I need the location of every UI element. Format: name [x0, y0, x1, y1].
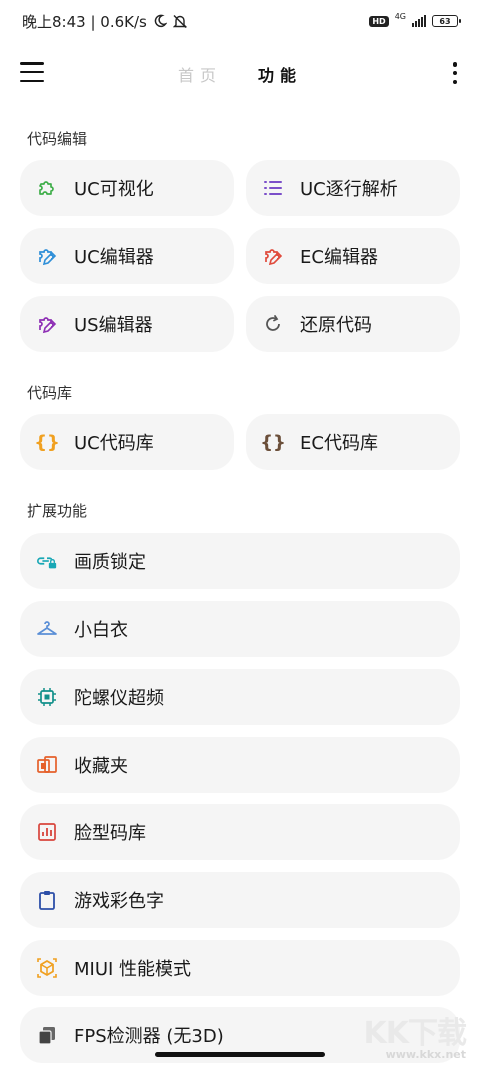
section-title-extended: 扩展功能 — [27, 502, 88, 520]
section-title-code-edit: 代码编辑 — [27, 130, 88, 148]
braces-icon: {} — [34, 431, 60, 453]
folder-icon — [36, 754, 58, 776]
cube-icon — [36, 957, 58, 979]
favorites-button[interactable]: 收藏夹 — [20, 737, 460, 793]
puzzle-edit-icon — [262, 245, 284, 267]
miui-perf-mode-label: MIUI 性能模式 — [74, 959, 192, 980]
status-time-speed: 晚上8:43 | 0.6K/s — [22, 12, 147, 31]
section-title-code-lib: 代码库 — [27, 384, 73, 402]
us-editor-button[interactable]: US编辑器 — [20, 296, 234, 352]
uc-visual-button[interactable]: UC可视化 — [20, 160, 234, 216]
moon-icon — [154, 14, 167, 28]
ec-editor-label: EC编辑器 — [300, 247, 378, 268]
fps-detector-label: FPS检测器 (无3D) — [74, 1026, 224, 1047]
status-left: 晚上8:43 | 0.6K/s — [22, 11, 187, 32]
face-code-lib-button[interactable]: 脸型码库 — [20, 804, 460, 860]
puzzle-edit-icon — [36, 313, 58, 335]
gyro-overclock-button[interactable]: 陀螺仪超频 — [20, 669, 460, 725]
clipboard-icon — [36, 889, 58, 911]
uc-code-lib-button[interactable]: {} UC代码库 — [20, 414, 234, 470]
small-white-label: 小白衣 — [74, 620, 128, 641]
tab-home[interactable]: 首页 — [178, 62, 222, 86]
uc-editor-label: UC编辑器 — [74, 247, 154, 268]
status-bar: 晚上8:43 | 0.6K/s HD 4G 63 — [0, 0, 480, 42]
watermark: KK下载 www.kkx.net — [364, 1008, 467, 1061]
puzzle-edit-icon — [36, 245, 58, 267]
status-right: HD 4G 63 — [369, 11, 461, 27]
restore-code-label: 还原代码 — [300, 315, 372, 336]
watermark-logo: KK下载 — [363, 1016, 467, 1051]
uc-visual-label: UC可视化 — [74, 179, 154, 200]
uc-line-parse-label: UC逐行解析 — [300, 179, 398, 200]
puzzle-icon — [36, 177, 58, 199]
braces-icon: {} — [260, 431, 286, 453]
hd-badge: HD — [369, 15, 389, 27]
ec-editor-button[interactable]: EC编辑器 — [246, 228, 460, 284]
face-code-lib-label: 脸型码库 — [74, 823, 146, 844]
small-white-button[interactable]: 小白衣 — [20, 601, 460, 657]
bell-off-icon — [172, 14, 187, 28]
link-lock-icon — [36, 550, 58, 572]
battery-level: 63 — [439, 16, 451, 26]
hanger-icon — [36, 618, 58, 640]
uc-line-parse-button[interactable]: UC逐行解析 — [246, 160, 460, 216]
uc-editor-button[interactable]: UC编辑器 — [20, 228, 234, 284]
network-type: 4G — [394, 11, 406, 21]
ec-code-lib-label: EC代码库 — [300, 433, 378, 454]
chart-icon — [36, 821, 58, 843]
refresh-icon — [262, 313, 284, 335]
quality-lock-button[interactable]: 画质锁定 — [20, 533, 460, 589]
battery-icon: 63 — [432, 15, 461, 27]
game-color-text-label: 游戏彩色字 — [74, 891, 164, 912]
home-indicator[interactable] — [155, 1052, 325, 1057]
copy-icon — [36, 1024, 58, 1046]
uc-code-lib-label: UC代码库 — [74, 433, 154, 454]
tab-bar: 首页 功能 — [0, 62, 480, 86]
app-bar: 首页 功能 — [0, 44, 480, 100]
chip-icon — [36, 686, 58, 708]
tab-functions[interactable]: 功能 — [258, 62, 302, 86]
favorites-label: 收藏夹 — [74, 756, 128, 777]
restore-code-button[interactable]: 还原代码 — [246, 296, 460, 352]
miui-perf-mode-button[interactable]: MIUI 性能模式 — [20, 940, 460, 996]
signal-icon — [412, 15, 426, 27]
gyro-overclock-label: 陀螺仪超频 — [74, 688, 164, 709]
list-icon — [262, 177, 284, 199]
quality-lock-label: 画质锁定 — [74, 552, 146, 573]
us-editor-label: US编辑器 — [74, 315, 153, 336]
game-color-text-button[interactable]: 游戏彩色字 — [20, 872, 460, 928]
ec-code-lib-button[interactable]: {} EC代码库 — [246, 414, 460, 470]
more-options-icon[interactable] — [452, 62, 458, 84]
